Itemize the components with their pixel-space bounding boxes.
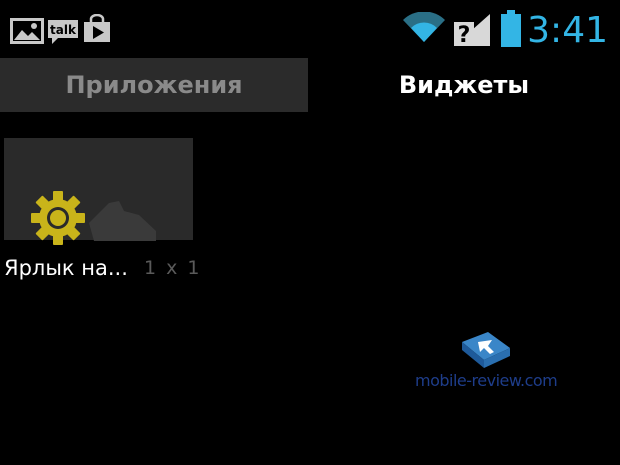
mobile-review-logo [462, 332, 510, 368]
tab-apps-label: Приложения [65, 71, 243, 99]
watermark: mobile-review.com [412, 330, 572, 400]
watermark-text: mobile-review.com [415, 371, 558, 390]
talk-icon: talk [46, 18, 80, 50]
tab-apps[interactable]: Приложения [0, 58, 308, 112]
widget-size: 1 x 1 [144, 257, 202, 279]
status-time: 3:41 [527, 10, 608, 51]
play-store-icon [82, 13, 112, 48]
widget-preview-shadow [89, 201, 156, 241]
screen: talk ? 3:41 Приложения Виджеты Ярлык на.… [0, 0, 620, 465]
svg-text:?: ? [458, 23, 471, 48]
gallery-icon [10, 18, 44, 48]
widget-tile-settings-shortcut[interactable]: Ярлык на... 1 x 1 [4, 138, 200, 288]
tab-widgets-label: Виджеты [398, 71, 530, 99]
talk-icon-text: talk [50, 23, 77, 37]
tab-widgets[interactable]: Виджеты [308, 58, 620, 112]
battery-icon [500, 10, 522, 52]
widget-name: Ярлык на... [4, 256, 128, 280]
no-sim-signal-icon: ? [452, 12, 492, 52]
wifi-icon [402, 11, 446, 48]
settings-gear-icon [31, 191, 85, 245]
status-bar: talk ? 3:41 [0, 0, 620, 56]
widget-preview [4, 138, 193, 245]
